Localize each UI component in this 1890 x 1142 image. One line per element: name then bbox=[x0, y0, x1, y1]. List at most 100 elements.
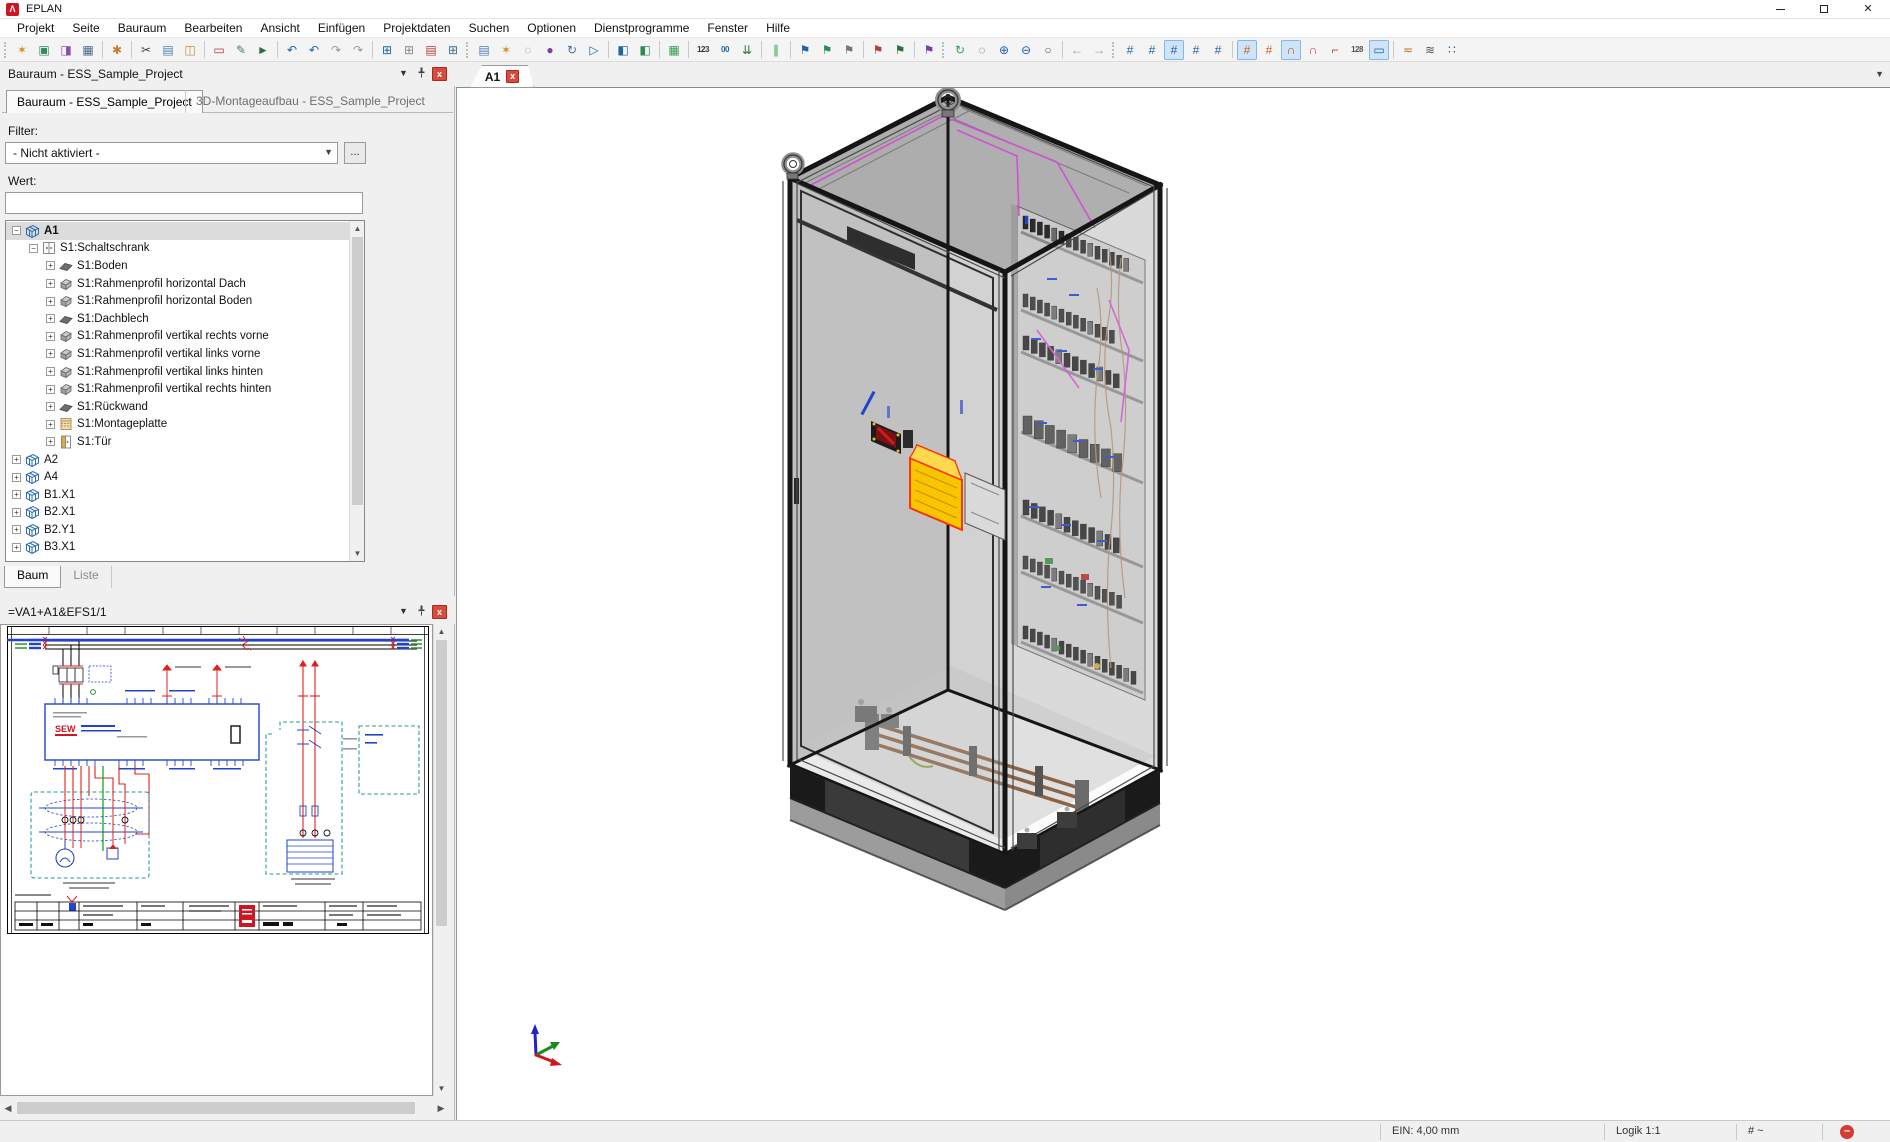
grid-4-icon[interactable]: # bbox=[1186, 40, 1206, 60]
panel-close-button[interactable]: x bbox=[432, 67, 447, 81]
menu-optionen[interactable]: Optionen bbox=[518, 19, 585, 38]
preview-hscroll-thumb[interactable] bbox=[17, 1102, 415, 1114]
panel-pin-icon[interactable] bbox=[414, 67, 429, 81]
zoom-area-icon[interactable]: ◌ bbox=[972, 40, 992, 60]
tab-close-icon[interactable]: x bbox=[506, 70, 519, 83]
tree-item-s1-dachblech[interactable]: +S1:Dachblech bbox=[6, 310, 349, 328]
expand-icon[interactable]: + bbox=[46, 279, 55, 288]
tab-bauraum[interactable]: Bauraum - ESS_Sample_Project bbox=[6, 90, 203, 113]
scroll-down-icon[interactable]: ▼ bbox=[350, 546, 365, 561]
view-refresh-icon[interactable]: ↻ bbox=[950, 40, 970, 60]
schematic-preview-canvas[interactable]: SEW bbox=[0, 624, 433, 1096]
tree-item-b2-x1[interactable]: +B2.X1 bbox=[6, 504, 349, 522]
expand-icon[interactable]: + bbox=[12, 490, 21, 499]
page-update-icon[interactable]: ↻ bbox=[562, 40, 582, 60]
scroll-right-icon[interactable]: ▶ bbox=[433, 1100, 449, 1116]
tree-item-s1-montageplatte[interactable]: +S1:Montageplatte bbox=[6, 416, 349, 434]
menu-ansicht[interactable]: Ansicht bbox=[251, 19, 308, 38]
expand-icon[interactable]: + bbox=[46, 420, 55, 429]
tab-list-chevron-icon[interactable]: ▼ bbox=[1875, 69, 1884, 79]
expand-icon[interactable]: + bbox=[12, 525, 21, 534]
new-project-icon[interactable]: ✶ bbox=[12, 40, 32, 60]
table-gray-icon[interactable]: ⊞ bbox=[399, 40, 419, 60]
tree-item-b3-x1[interactable]: +B3.X1 bbox=[6, 539, 349, 557]
tree-scrollbar[interactable]: ▲ ▼ bbox=[349, 221, 364, 561]
scroll-down-icon[interactable]: ▼ bbox=[434, 1081, 449, 1096]
expand-icon[interactable]: + bbox=[46, 402, 55, 411]
flag-run-icon[interactable]: ⚑ bbox=[817, 40, 837, 60]
page-check-icon[interactable]: ▤ bbox=[421, 40, 441, 60]
path-function-c-icon[interactable]: ∷ bbox=[1442, 40, 1462, 60]
scroll-left-icon[interactable]: ◀ bbox=[0, 1100, 16, 1116]
navigator-layout-icon[interactable]: ◧ bbox=[635, 40, 655, 60]
settings-wrench-icon[interactable]: ✱ bbox=[107, 40, 127, 60]
print-icon[interactable]: ▦ bbox=[78, 40, 98, 60]
expand-icon[interactable]: + bbox=[46, 367, 55, 376]
insert-table-icon[interactable]: ⊞ bbox=[377, 40, 397, 60]
sort-items-icon[interactable]: ⇊ bbox=[737, 40, 757, 60]
expand-icon[interactable]: + bbox=[12, 455, 21, 464]
project-management-icon[interactable]: ◨ bbox=[56, 40, 76, 60]
expand-icon[interactable]: + bbox=[46, 314, 55, 323]
page-macro-icon[interactable]: ◌ bbox=[518, 40, 538, 60]
expand-icon[interactable]: + bbox=[12, 543, 21, 552]
tab-baum[interactable]: Baum bbox=[4, 566, 61, 588]
page-new-icon[interactable]: ✶ bbox=[496, 40, 516, 60]
expand-icon[interactable]: + bbox=[46, 297, 55, 306]
flag-jump-icon[interactable]: ⚑ bbox=[890, 40, 910, 60]
copy-icon[interactable]: ▤ bbox=[158, 40, 178, 60]
flag-delete-icon[interactable]: ⚑ bbox=[919, 40, 939, 60]
expand-icon[interactable]: + bbox=[12, 473, 21, 482]
tree-item-a4[interactable]: +A4 bbox=[6, 468, 349, 486]
flag-new-icon[interactable]: ⚑ bbox=[795, 40, 815, 60]
menu-dienstprogramme[interactable]: Dienstprogramme bbox=[585, 19, 698, 38]
menu-bearbeiten[interactable]: Bearbeiten bbox=[175, 19, 251, 38]
undo-list-icon[interactable]: ↶ bbox=[304, 40, 324, 60]
menu-projekt[interactable]: Projekt bbox=[8, 19, 63, 38]
tree-item-s1-rahmenprofil-vertikal-rechts-vorne[interactable]: +S1:Rahmenprofil vertikal rechts vorne bbox=[6, 328, 349, 346]
tree-item-b2-y1[interactable]: +B2.Y1 bbox=[6, 521, 349, 539]
tab-liste[interactable]: Liste bbox=[61, 566, 111, 588]
tree-item-s1-rückwand[interactable]: +S1:Rückwand bbox=[6, 398, 349, 416]
tree-item-s1-rahmenprofil-horizontal-dach[interactable]: +S1:Rahmenprofil horizontal Dach bbox=[6, 275, 349, 293]
addon-module-icon[interactable]: ▦ bbox=[664, 40, 684, 60]
paste-icon[interactable]: ◫ bbox=[180, 40, 200, 60]
toolbar-grip[interactable] bbox=[4, 42, 8, 58]
tree-scroll-thumb[interactable] bbox=[352, 237, 363, 505]
menu-hilfe[interactable]: Hilfe bbox=[757, 19, 799, 38]
tree-item-s1-schaltschrank[interactable]: −S1:Schaltschrank bbox=[6, 240, 349, 258]
view-back-icon[interactable]: ← bbox=[1067, 40, 1087, 60]
zoom-all-icon[interactable]: ○ bbox=[1038, 40, 1058, 60]
preview-vscroll-thumb[interactable] bbox=[436, 640, 447, 926]
close-button[interactable]: ✕ bbox=[1846, 0, 1890, 19]
grid-3-icon[interactable]: # bbox=[1164, 40, 1184, 60]
grid-1-icon[interactable]: # bbox=[1120, 40, 1140, 60]
minimize-button[interactable] bbox=[1758, 0, 1802, 19]
grid-display-icon[interactable]: # bbox=[1237, 40, 1257, 60]
maximize-button[interactable] bbox=[1802, 0, 1846, 19]
page-properties-icon[interactable]: ▤ bbox=[474, 40, 494, 60]
toolbar-grip[interactable] bbox=[1112, 42, 1116, 58]
tree-item-b1-x1[interactable]: +B1.X1 bbox=[6, 486, 349, 504]
3d-viewport[interactable] bbox=[456, 88, 1890, 1120]
expand-icon[interactable]: + bbox=[46, 385, 55, 394]
tab-3d-montageaufbau[interactable]: 3D-Montageaufbau - ESS_Sample_Project bbox=[185, 90, 435, 113]
cut-icon[interactable]: ✂ bbox=[136, 40, 156, 60]
snap-magnet-on-icon[interactable]: ∩ bbox=[1281, 40, 1301, 60]
grid-2-icon[interactable]: # bbox=[1142, 40, 1162, 60]
panel-close-button[interactable]: x bbox=[432, 605, 447, 619]
expand-icon[interactable]: + bbox=[46, 332, 55, 341]
grid-table-icon[interactable]: ⊞ bbox=[443, 40, 463, 60]
panel-pin-icon[interactable] bbox=[414, 605, 429, 619]
toolbar-grip[interactable] bbox=[466, 42, 470, 58]
tree-item-s1-rahmenprofil-vertikal-rechts-hinten[interactable]: +S1:Rahmenprofil vertikal rechts hinten bbox=[6, 380, 349, 398]
grid-align-icon[interactable]: # bbox=[1259, 40, 1279, 60]
flag-stop-icon[interactable]: ⚑ bbox=[839, 40, 859, 60]
numbering-123-icon[interactable]: 123 bbox=[693, 40, 713, 60]
tree-item-s1-rahmenprofil-vertikal-links-hinten[interactable]: +S1:Rahmenprofil vertikal links hinten bbox=[6, 363, 349, 381]
tree-item-s1-rahmenprofil-horizontal-boden[interactable]: +S1:Rahmenprofil horizontal Boden bbox=[6, 292, 349, 310]
scroll-up-icon[interactable]: ▲ bbox=[434, 624, 449, 639]
redo-icon[interactable]: ↷ bbox=[326, 40, 346, 60]
ruler-128-icon[interactable]: 128 bbox=[1347, 40, 1367, 60]
menu-bauraum[interactable]: Bauraum bbox=[109, 19, 176, 38]
